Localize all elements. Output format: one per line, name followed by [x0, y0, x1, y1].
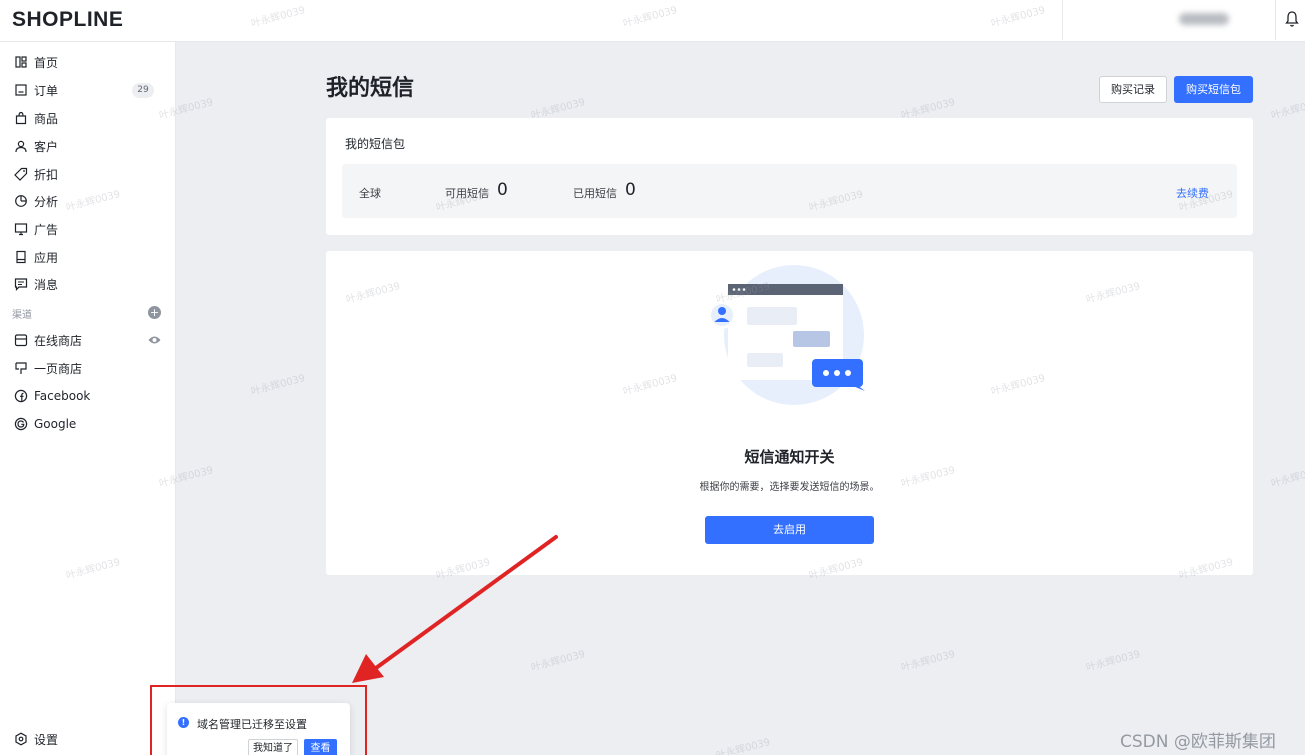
sms-notification-empty-state: 短信通知开关 根据你的需要，选择要发送短信的场景。 去启用 — [326, 251, 1253, 575]
order-icon — [15, 84, 27, 96]
one-page-icon — [15, 362, 27, 374]
buy-sms-package-button[interactable]: 购买短信包 — [1174, 76, 1253, 103]
sidebar-item-label: 设置 — [34, 732, 59, 747]
pie-chart-icon — [15, 195, 27, 207]
toast-message: 域名管理已迁移至设置 — [197, 718, 307, 731]
sidebar-item-products[interactable]: 商品 — [0, 105, 176, 131]
order-count-badge: 29 — [132, 82, 154, 98]
app-icon — [16, 250, 26, 264]
available-sms-label: 可用短信 — [445, 187, 489, 200]
csdn-credit-watermark: CSDN @欧菲斯集团 — [1120, 732, 1276, 752]
watermark: 叶永辉0039 — [1270, 464, 1305, 490]
sidebar-item-label: 订单 — [34, 83, 59, 98]
home-icon — [15, 56, 27, 68]
renew-link[interactable]: 去续费 — [1176, 185, 1209, 201]
watermark: 叶永辉0039 — [715, 736, 772, 755]
sidebar-item-ads[interactable]: 广告 — [0, 216, 176, 242]
user-icon — [15, 140, 27, 153]
migration-toast: ! 域名管理已迁移至设置 我知道了 查看 — [167, 703, 350, 755]
available-sms-value: 0 — [497, 180, 508, 200]
google-icon — [14, 417, 28, 431]
watermark: 叶永辉0039 — [530, 648, 587, 674]
sidebar-item-one-page-store[interactable]: 一页商店 — [0, 355, 176, 381]
sidebar-item-google[interactable]: Google — [0, 411, 176, 437]
shopline-logo[interactable]: SHOPLINE — [12, 8, 123, 32]
sidebar: 首页 订单 29 商品 客户 折扣 分析 广告 应用 消息 渠道 + 在线商店 — [0, 42, 176, 755]
empty-state-title: 短信通知开关 — [744, 448, 835, 466]
purchase-history-button[interactable]: 购买记录 — [1099, 76, 1167, 103]
sidebar-item-label: 在线商店 — [34, 333, 83, 348]
message-icon — [14, 278, 28, 291]
package-region: 全球 — [359, 187, 381, 200]
watermark: 叶永辉0039 — [1270, 96, 1305, 122]
store-icon — [14, 334, 28, 347]
sidebar-item-label: 分析 — [34, 194, 59, 209]
sidebar-item-facebook[interactable]: Facebook — [0, 383, 176, 409]
gear-icon — [15, 732, 27, 746]
sidebar-item-apps[interactable]: 应用 — [0, 244, 176, 270]
bag-icon — [15, 111, 27, 125]
sidebar-item-analytics[interactable]: 分析 — [0, 188, 176, 214]
sidebar-item-label: 客户 — [34, 139, 59, 154]
facebook-icon — [14, 389, 28, 403]
account-name-blurred — [1179, 13, 1229, 25]
eye-icon[interactable] — [148, 334, 161, 346]
used-sms-value: 0 — [625, 180, 636, 200]
sidebar-item-label: 广告 — [34, 222, 59, 237]
sidebar-item-home[interactable]: 首页 — [0, 49, 176, 75]
sidebar-item-label: 折扣 — [34, 167, 59, 182]
sidebar-item-customers[interactable]: 客户 — [0, 133, 176, 159]
watermark: 叶永辉0039 — [900, 648, 957, 674]
page-title: 我的短信 — [326, 76, 415, 101]
account-menu[interactable] — [1062, 0, 1276, 40]
top-bar: SHOPLINE — [0, 0, 1305, 42]
channels-section-label: 渠道 — [12, 310, 32, 321]
used-sms-label: 已用短信 — [573, 187, 617, 200]
empty-state-description: 根据你的需要，选择要发送短信的场景。 — [699, 482, 880, 493]
watermark: 叶永辉0039 — [250, 372, 307, 398]
add-channel-icon[interactable]: + — [148, 306, 161, 319]
sms-package-card: 我的短信包 全球 可用短信 0 已用短信 0 去续费 — [326, 118, 1253, 235]
sidebar-item-label: Google — [34, 417, 77, 431]
watermark: 叶永辉0039 — [1085, 648, 1142, 674]
sidebar-item-discounts[interactable]: 折扣 — [0, 161, 176, 187]
view-toast-button[interactable]: 查看 — [304, 739, 337, 755]
sidebar-item-label: 一页商店 — [34, 361, 83, 376]
sidebar-item-label: 消息 — [34, 277, 59, 292]
sidebar-item-label: Facebook — [34, 389, 91, 403]
info-icon: ! — [178, 717, 189, 728]
sidebar-item-label: 应用 — [34, 250, 59, 265]
sms-chat-illustration — [708, 265, 865, 405]
dismiss-toast-button[interactable]: 我知道了 — [248, 739, 298, 755]
tag-icon — [14, 167, 28, 181]
sidebar-item-online-store[interactable]: 在线商店 — [0, 327, 176, 353]
enable-button[interactable]: 去启用 — [705, 516, 874, 544]
monitor-icon — [14, 223, 28, 236]
sms-package-card-title: 我的短信包 — [345, 137, 406, 151]
sms-package-row: 全球 可用短信 0 已用短信 0 去续费 — [342, 164, 1237, 218]
sidebar-item-orders[interactable]: 订单 29 — [0, 77, 176, 103]
sidebar-item-label: 首页 — [34, 55, 59, 70]
sidebar-item-messages[interactable]: 消息 — [0, 271, 176, 297]
bell-icon[interactable] — [1284, 10, 1300, 28]
sidebar-item-label: 商品 — [34, 111, 59, 126]
